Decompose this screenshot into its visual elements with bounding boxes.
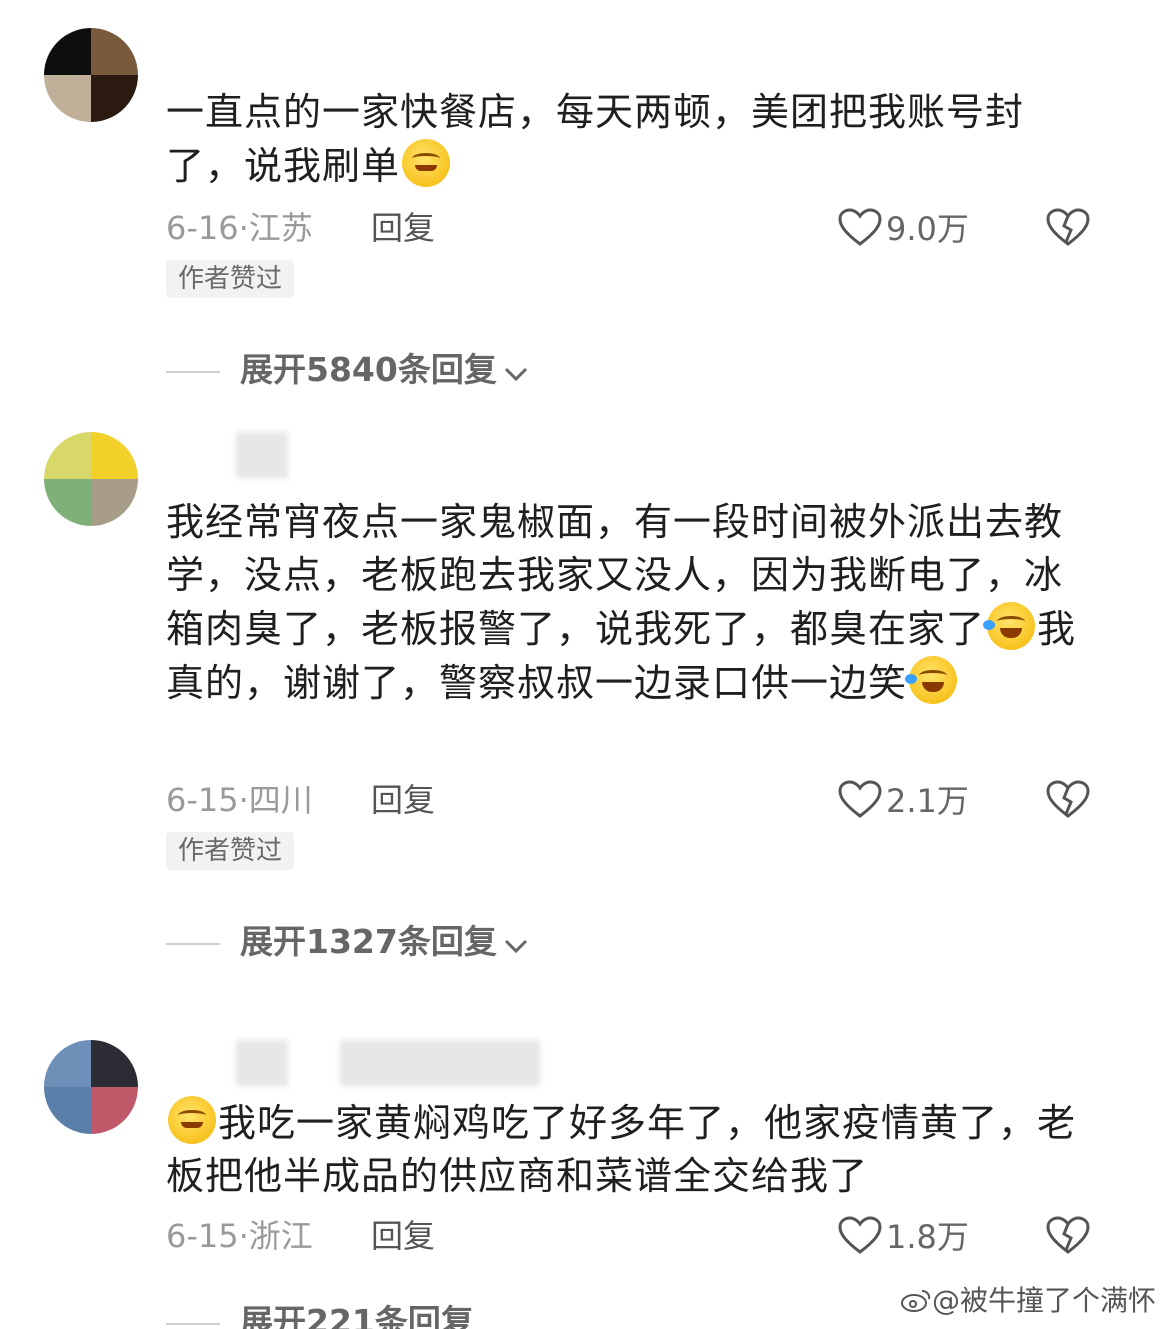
avatar[interactable] (44, 432, 138, 526)
expand-replies-label: 展开1327条回复 (240, 922, 497, 961)
expand-replies-button[interactable]: 展开1327条回复 (166, 920, 529, 964)
date-location: 6-15·浙江 (166, 1217, 313, 1255)
comment-text: 我经常宵夜点一家鬼椒面，有一段时间被外派出去教学，没点，老板跑去我家又没人，因为… (166, 500, 1077, 705)
avatar[interactable] (44, 1040, 138, 1134)
comment-meta: 6-15·四川 回复 (166, 780, 435, 820)
dislike-button[interactable] (1046, 1216, 1090, 1256)
broken-heart-icon (1046, 208, 1090, 246)
chevron-down-icon (504, 367, 527, 382)
expand-replies-label: 展开221条回复 (240, 1302, 474, 1329)
sweat-smile-emoji-icon (168, 1096, 216, 1144)
like-count: 9.0万 (886, 210, 969, 248)
comment-meta: 6-15·浙江 回复 (166, 1216, 435, 1256)
broken-heart-icon (1046, 1216, 1090, 1254)
reply-button[interactable]: 回复 (371, 1216, 435, 1256)
laugh-cry-emoji-icon (905, 656, 958, 704)
expand-replies-label: 展开5840条回复 (240, 350, 497, 389)
dislike-button[interactable] (1046, 208, 1090, 248)
like-button[interactable]: 1.8万 (838, 1216, 969, 1256)
expand-replies-button[interactable]: 展开5840条回复 (166, 348, 529, 392)
reply-button[interactable]: 回复 (371, 780, 435, 820)
broken-heart-icon (1046, 780, 1090, 818)
author-liked-badge: 作者赞过 (166, 832, 295, 870)
comment-meta: 6-16·江苏 回复 (166, 208, 435, 248)
dislike-button[interactable] (1046, 780, 1090, 820)
smile-emoji-icon (402, 139, 451, 187)
heart-icon (838, 780, 882, 818)
date-location: 6-16·江苏 (166, 209, 313, 247)
username-blurred (236, 1040, 288, 1086)
like-button[interactable]: 9.0万 (838, 208, 969, 248)
comment-text: 我吃一家黄焖鸡吃了好多年了，他家疫情黄了，老板把他半成品的供应商和菜谱全交给我了 (166, 1096, 1096, 1203)
chevron-down-icon (504, 939, 527, 954)
heart-icon (838, 1216, 882, 1254)
comment-text: 一直点的一家快餐店，每天两顿，美团把我账号封了，说我刷单 (166, 90, 1025, 188)
laugh-cry-emoji-icon (983, 602, 1036, 650)
weibo-logo-icon (900, 1290, 931, 1312)
watermark: @被牛撞了个满怀 (900, 1279, 1156, 1319)
watermark-text: @被牛撞了个满怀 (931, 1284, 1156, 1317)
username-blurred (340, 1040, 540, 1086)
like-count: 2.1万 (886, 782, 969, 820)
like-count: 1.8万 (886, 1218, 969, 1256)
heart-icon (838, 208, 882, 246)
like-button[interactable]: 2.1万 (838, 780, 969, 820)
reply-button[interactable]: 回复 (371, 208, 435, 248)
author-liked-badge: 作者赞过 (166, 260, 295, 298)
avatar[interactable] (44, 28, 138, 122)
username-blurred (236, 432, 288, 478)
expand-replies-button[interactable]: 展开221条回复 (166, 1300, 474, 1329)
date-location: 6-15·四川 (166, 781, 313, 819)
